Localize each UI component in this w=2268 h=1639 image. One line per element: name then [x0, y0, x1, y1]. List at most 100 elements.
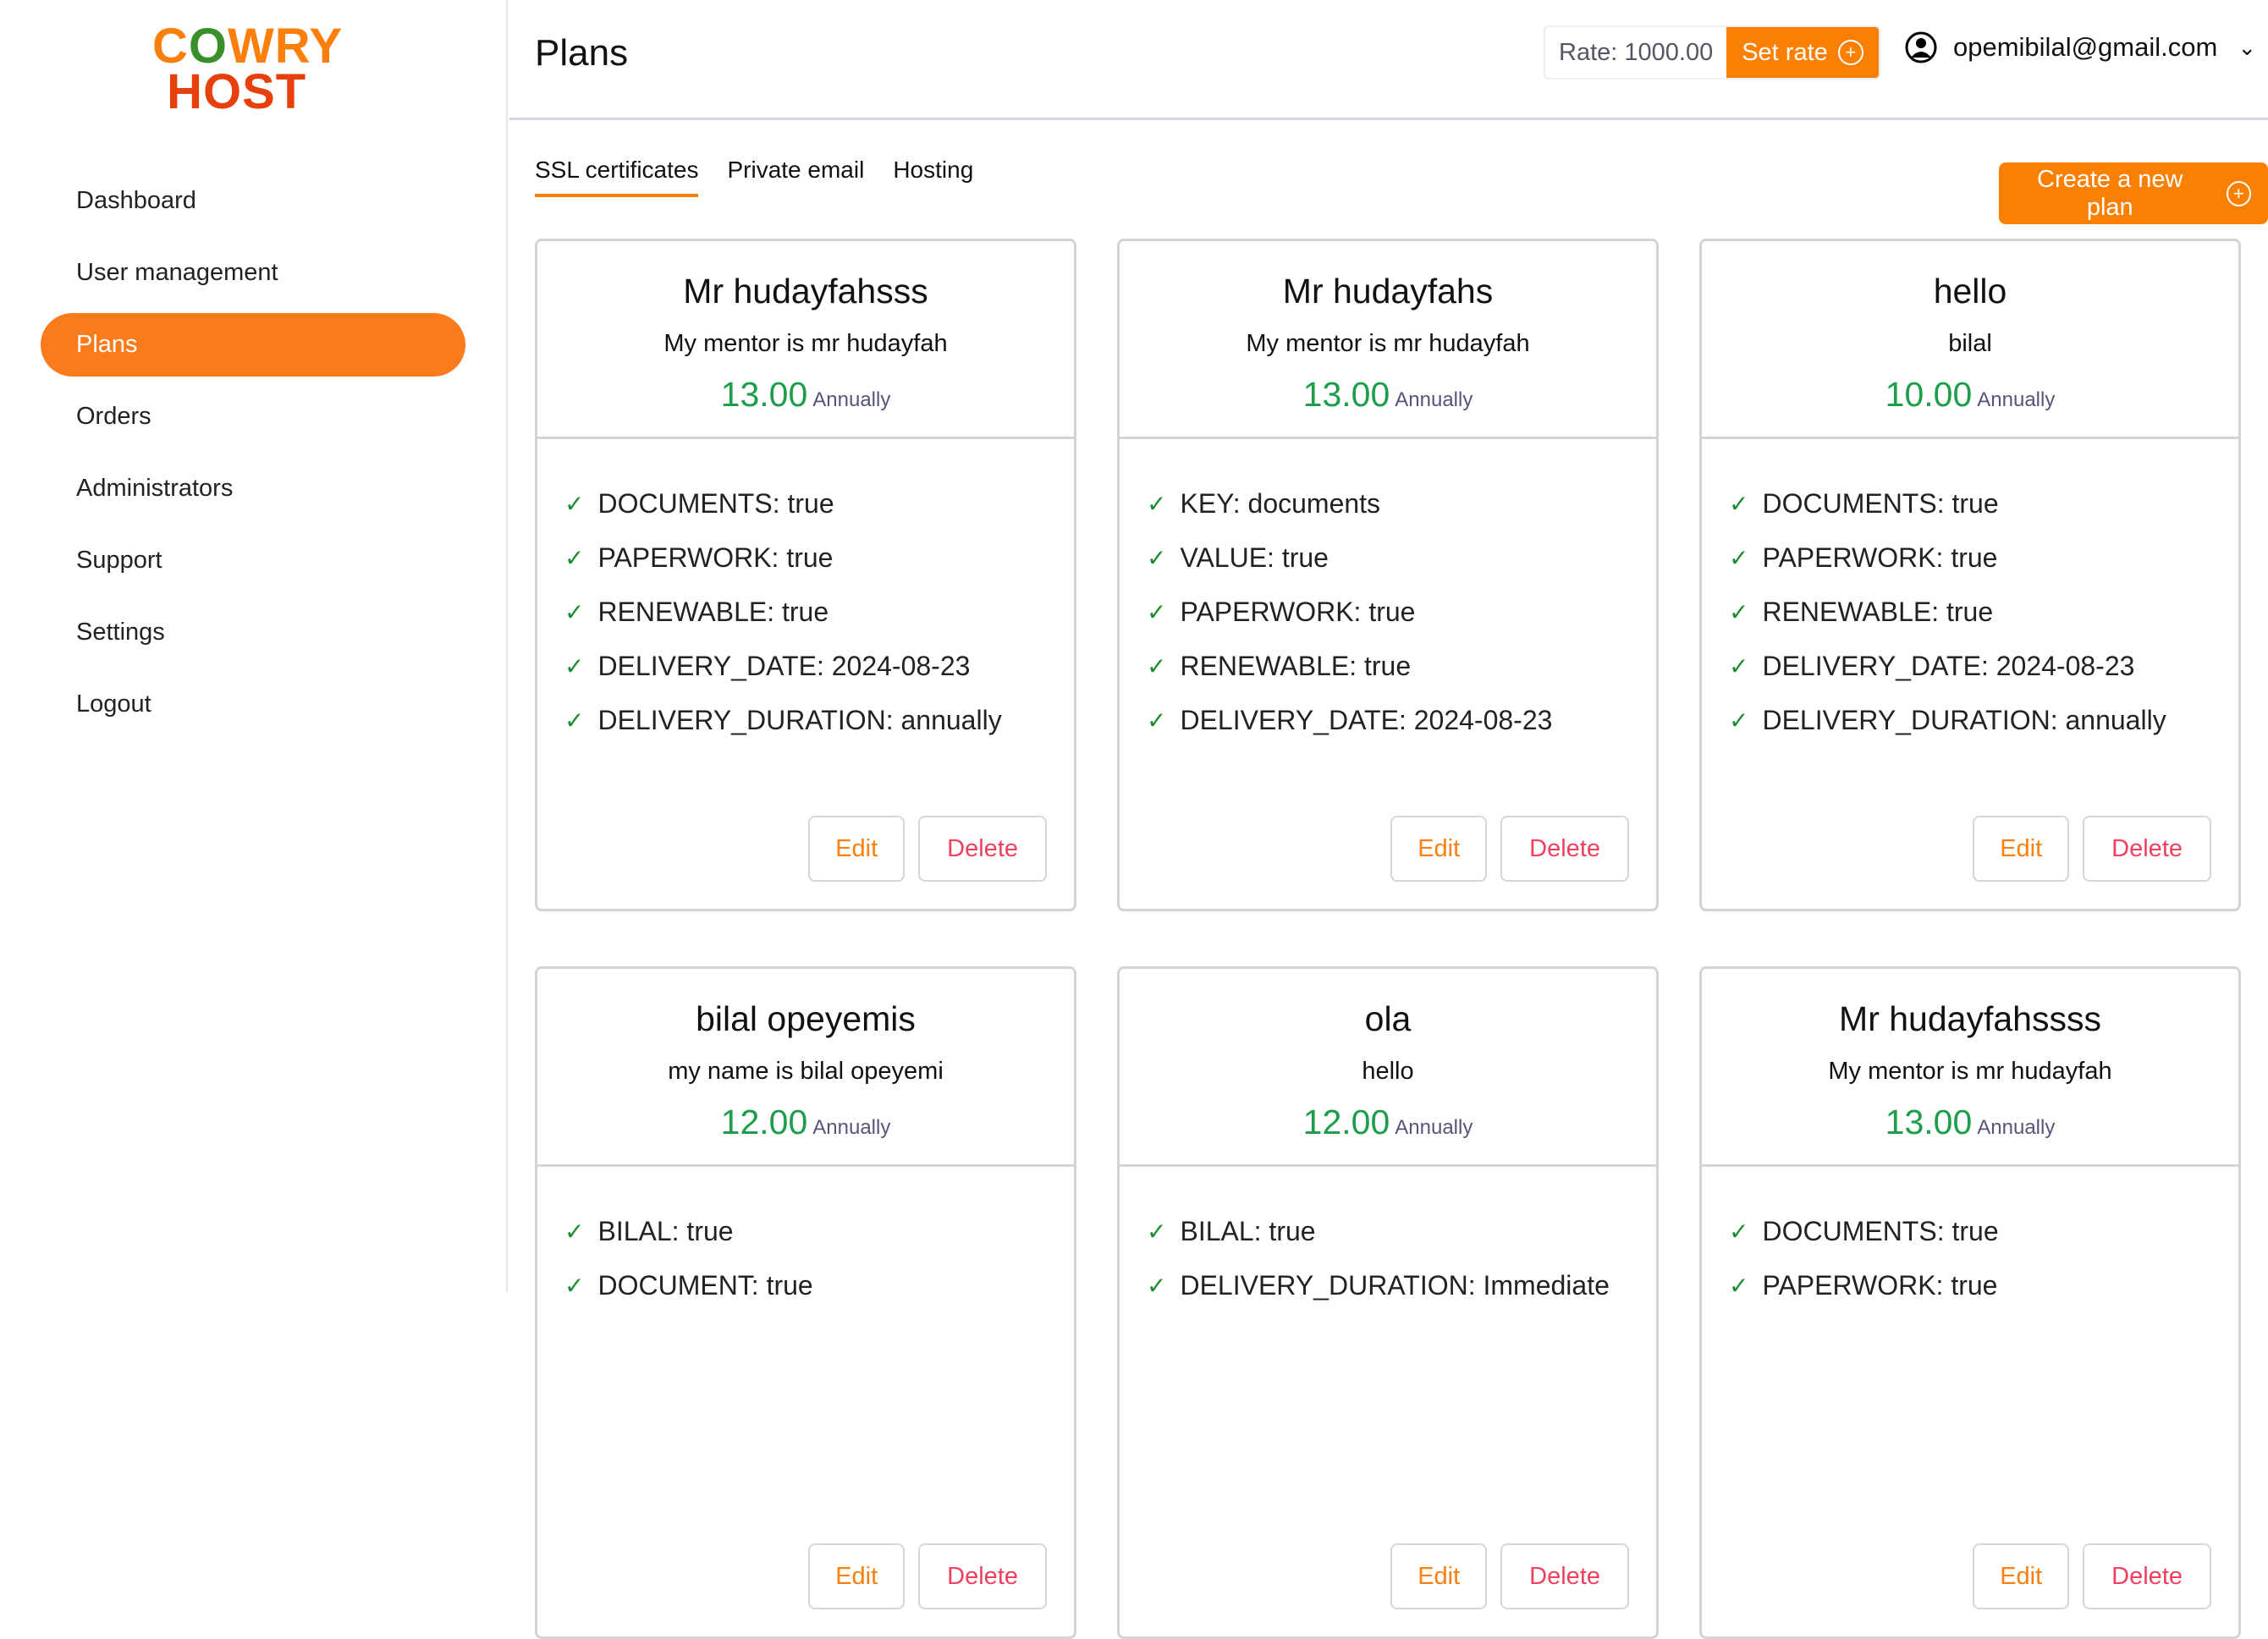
plan-card-header: Mr hudayfahsss My mentor is mr hudayfah … — [537, 241, 1074, 439]
plan-price: 12.00 Annually — [537, 1103, 1074, 1142]
plan-title: Mr hudayfahsss — [683, 272, 928, 311]
create-plan-label: Create a new plan — [2037, 165, 2183, 221]
check-icon: ✓ — [1729, 652, 1749, 679]
price-amount: 13.00 — [1302, 375, 1390, 414]
tab-private-email[interactable]: Private email — [727, 157, 864, 197]
check-icon: ✓ — [564, 1218, 585, 1245]
feature-text: PAPERWORK: true — [1762, 1269, 1998, 1301]
plan-title: ola — [1364, 999, 1412, 1038]
feature-item: ✓ BILAL: true — [564, 1204, 1074, 1258]
feature-list: ✓ DOCUMENTS: true ✓ PAPERWORK: true — [1702, 1167, 2238, 1312]
sidebar-item-administrators[interactable]: Administrators — [41, 457, 465, 520]
check-icon: ✓ — [564, 707, 585, 734]
sidebar-item-user-management[interactable]: User management — [41, 241, 465, 305]
feature-text: DELIVERY_DURATION: annually — [1762, 704, 2166, 735]
cowry-host-logo: COWRY HOST — [152, 19, 344, 119]
sidebar-nav: Dashboard User management Plans Orders Admin… — [41, 169, 465, 745]
edit-button[interactable]: Edit — [808, 1543, 906, 1609]
feature-item: ✓ RENEWABLE: true — [1147, 639, 1656, 693]
sidebar-item-label: Logout — [76, 690, 151, 718]
delete-button[interactable]: Delete — [1500, 1543, 1629, 1609]
feature-text: VALUE: true — [1180, 542, 1329, 573]
feature-item: ✓ PAPERWORK: true — [1729, 531, 2238, 585]
plan-title: Mr hudayfahs — [1282, 272, 1494, 311]
delete-button[interactable]: Delete — [2083, 1543, 2211, 1609]
feature-item: ✓ KEY: documents — [1147, 476, 1656, 531]
sidebar-item-label: Support — [76, 547, 162, 574]
user-menu[interactable]: opemibilal@gmail.com ⌄ — [1904, 30, 2256, 64]
feature-text: BILAL: true — [597, 1215, 734, 1246]
set-rate-button[interactable]: Set rate + — [1726, 27, 1879, 78]
sidebar-item-dashboard[interactable]: Dashboard — [41, 169, 465, 233]
delete-button[interactable]: Delete — [918, 1543, 1047, 1609]
feature-text: DOCUMENTS: true — [597, 487, 834, 519]
set-rate-label: Set rate — [1742, 38, 1828, 66]
plan-subtitle: My mentor is mr hudayfah — [663, 330, 948, 357]
feature-text: DOCUMENTS: true — [1762, 1215, 1999, 1246]
edit-button[interactable]: Edit — [1973, 816, 2070, 882]
delete-button[interactable]: Delete — [918, 816, 1047, 882]
edit-button[interactable]: Edit — [1390, 1543, 1488, 1609]
feature-list: ✓ DOCUMENTS: true ✓ PAPERWORK: true ✓ RENEWAB… — [537, 439, 1074, 747]
plan-subtitle: My mentor is mr hudayfah — [1828, 1058, 2112, 1085]
feature-item: ✓ DOCUMENTS: true — [564, 476, 1074, 531]
sidebar-item-label: Orders — [76, 403, 151, 430]
sidebar-item-settings[interactable]: Settings — [41, 601, 465, 664]
feature-list: ✓ BILAL: true ✓ DOCUMENT: true — [537, 1167, 1074, 1312]
sidebar-item-support[interactable]: Support — [41, 529, 465, 592]
check-icon: ✓ — [1147, 1272, 1167, 1299]
check-icon: ✓ — [1729, 544, 1749, 571]
tab-hosting[interactable]: Hosting — [893, 157, 973, 197]
sidebar-item-label: Dashboard — [76, 187, 196, 214]
feature-text: RENEWABLE: true — [597, 596, 829, 627]
feature-item: ✓ DELIVERY_DATE: 2024-08-23 — [564, 639, 1074, 693]
feature-item: ✓ DOCUMENT: true — [564, 1258, 1074, 1312]
user-avatar-icon — [1905, 31, 1937, 63]
check-icon: ✓ — [1729, 1218, 1749, 1245]
card-actions: Edit Delete — [1390, 816, 1629, 882]
feature-text: PAPERWORK: true — [597, 542, 834, 573]
edit-button[interactable]: Edit — [1390, 816, 1488, 882]
check-icon: ✓ — [564, 490, 585, 517]
sidebar: COWRY HOST Dashboard User management Plans… — [0, 0, 508, 1292]
sidebar-item-label: User management — [76, 259, 278, 286]
check-icon: ✓ — [564, 1272, 585, 1299]
edit-button[interactable]: Edit — [1973, 1543, 2070, 1609]
plan-card-header: bilal opeyemis my name is bilal opeyemi … — [537, 969, 1074, 1167]
plan-title: Mr hudayfahssss — [1839, 999, 2101, 1038]
chevron-down-icon: ⌄ — [2238, 34, 2257, 60]
price-amount: 12.00 — [1302, 1103, 1390, 1141]
plan-card: Mr hudayfahssss My mentor is mr hudayfah… — [1699, 966, 2241, 1639]
feature-item: ✓ DELIVERY_DATE: 2024-08-23 — [1729, 639, 2238, 693]
delete-button[interactable]: Delete — [2083, 816, 2211, 882]
plan-subtitle: bilal — [1948, 330, 1992, 357]
sidebar-item-logout[interactable]: Logout — [41, 673, 465, 736]
tab-ssl-certificates[interactable]: SSL certificates — [535, 157, 699, 197]
feature-text: RENEWABLE: true — [1180, 650, 1412, 681]
sidebar-item-orders[interactable]: Orders — [41, 385, 465, 448]
feature-item: ✓ DOCUMENTS: true — [1729, 1204, 2238, 1258]
plan-card: Mr hudayfahsss My mentor is mr hudayfah … — [535, 239, 1076, 911]
create-plan-button[interactable]: Create a new plan + — [1999, 162, 2268, 224]
delete-button[interactable]: Delete — [1500, 816, 1629, 882]
check-icon: ✓ — [1729, 490, 1749, 517]
plan-price: 13.00 Annually — [1120, 375, 1656, 415]
rate-value: Rate: 1000.00 — [1559, 38, 1714, 66]
plus-circle-icon: + — [1837, 40, 1863, 65]
plan-card-header: ola hello 12.00 Annually — [1120, 969, 1656, 1167]
feature-item: ✓ DELIVERY_DURATION: Immediate — [1147, 1258, 1656, 1312]
feature-text: PAPERWORK: true — [1180, 596, 1416, 627]
sidebar-item-label: Plans — [76, 331, 138, 358]
plan-tabs: SSL certificates Private email Hosting — [535, 157, 973, 197]
plan-price: 10.00 Annually — [1702, 375, 2238, 415]
plan-price: 13.00 Annually — [1702, 1103, 2238, 1142]
feature-item: ✓ PAPERWORK: true — [1729, 1258, 2238, 1312]
price-period: Annually — [1395, 1116, 1473, 1139]
edit-button[interactable]: Edit — [808, 816, 906, 882]
plan-card: bilal opeyemis my name is bilal opeyemi … — [535, 966, 1076, 1639]
feature-text: DOCUMENT: true — [597, 1269, 813, 1301]
feature-item: ✓ PAPERWORK: true — [564, 531, 1074, 585]
check-icon: ✓ — [1729, 1272, 1749, 1299]
top-header: Plans Rate: 1000.00 Set rate + opemibilal… — [509, 0, 2268, 120]
sidebar-item-plans[interactable]: Plans — [41, 313, 465, 377]
